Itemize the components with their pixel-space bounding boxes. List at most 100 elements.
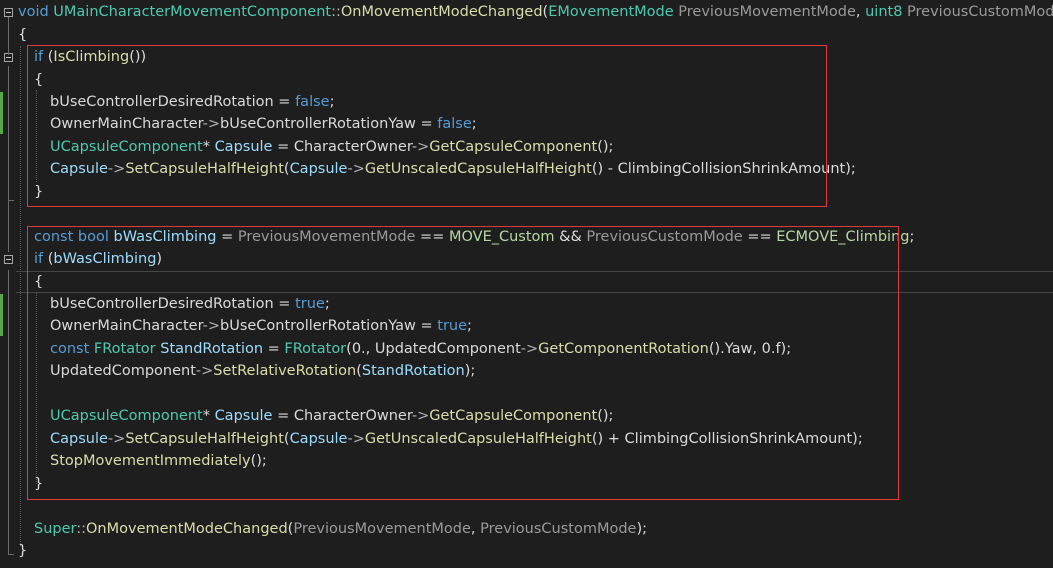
code-line[interactable]: Super::OnMovementModeChanged(PreviousMov… (0, 518, 1053, 540)
code-token: -> (195, 363, 214, 379)
code-token: SetCapsuleHalfHeight (125, 161, 284, 177)
code-token: StopMovementImmediately (50, 453, 251, 469)
code-token: ); (845, 161, 856, 177)
code-token: = (263, 341, 285, 357)
code-line[interactable] (0, 495, 1053, 517)
code-token: () + (591, 431, 625, 447)
code-line[interactable]: bUseControllerDesiredRotation = false; (0, 91, 1053, 113)
code-line[interactable]: if (bWasClimbing) (0, 248, 1053, 270)
code-token: GetComponentRotation (538, 341, 709, 357)
code-token: (0., (346, 341, 375, 357)
code-line[interactable]: UCapsuleComponent* Capsule = CharacterOw… (0, 405, 1053, 427)
code-line-text: { (18, 24, 27, 46)
code-token: Capsule (50, 161, 108, 177)
code-token: UpdatedComponent (374, 341, 521, 357)
code-token: -> (347, 161, 365, 177)
code-line-text: } (34, 473, 43, 495)
code-line[interactable]: UpdatedComponent->SetRelativeRotation(St… (0, 360, 1053, 382)
code-line[interactable]: OwnerMainCharacter->bUseControllerRotati… (0, 315, 1053, 337)
code-editor[interactable]: void UMainCharacterMovementComponent::On… (0, 0, 1053, 568)
code-line-text: const bool bWasClimbing = PreviousMoveme… (34, 226, 914, 248)
code-line[interactable]: OwnerMainCharacter->bUseControllerRotati… (0, 113, 1053, 135)
code-token: bUseControllerRotationYaw (220, 318, 416, 334)
code-line-text: const FRotator StandRotation = FRotator(… (50, 338, 791, 360)
code-token: bWasClimbing (53, 251, 157, 267)
code-line-text: Capsule->SetCapsuleHalfHeight(Capsule->G… (50, 428, 863, 450)
code-token: SetCapsuleHalfHeight (125, 431, 284, 447)
code-token: FRotator (93, 341, 156, 357)
code-line[interactable]: { (16, 271, 1053, 293)
code-token: PreviousMovementMode (237, 229, 416, 245)
code-token: GetUnscaledCapsuleHalfHeight (364, 431, 592, 447)
code-token: , (470, 521, 481, 537)
code-token: PreviousMovementMode (293, 521, 471, 537)
code-line[interactable]: } (0, 181, 1053, 203)
code-line-text: } (34, 181, 43, 203)
code-token: GetUnscaledCapsuleHalfHeight (364, 161, 592, 177)
code-token: OnMovementModeChanged (340, 4, 543, 20)
code-line[interactable]: Capsule->SetCapsuleHalfHeight(Capsule->G… (0, 158, 1053, 180)
code-token: Capsule (214, 139, 273, 155)
code-line-text: if (bWasClimbing) (34, 248, 162, 270)
code-line[interactable]: } (0, 540, 1053, 562)
code-line[interactable]: void UMainCharacterMovementComponent::On… (0, 1, 1053, 23)
code-line-text: UCapsuleComponent* Capsule = CharacterOw… (50, 405, 613, 427)
code-token: ); (636, 521, 648, 537)
code-token: CharacterOwner (293, 408, 412, 424)
code-line-text: { (34, 272, 43, 292)
code-line[interactable] (0, 383, 1053, 405)
code-token: StandRotation (361, 363, 465, 379)
code-line[interactable]: { (0, 69, 1053, 91)
code-token: if (34, 251, 44, 267)
code-token: (). (708, 341, 725, 357)
code-token: } (18, 543, 28, 559)
code-token: = (272, 408, 294, 424)
code-token: { (34, 274, 44, 290)
code-line-text: if (IsClimbing()) (34, 46, 146, 68)
code-token: ()) (129, 49, 147, 65)
code-token: const (50, 341, 90, 357)
code-token: SetRelativeRotation (213, 363, 357, 379)
code-token: :: (76, 521, 87, 537)
code-token: ClimbingCollisionShrinkAmount (617, 161, 846, 177)
code-token: = (273, 296, 296, 312)
code-line[interactable]: StopMovementImmediately(); (0, 450, 1053, 472)
code-line[interactable]: UCapsuleComponent* Capsule = CharacterOw… (0, 136, 1053, 158)
code-line[interactable]: } (0, 473, 1053, 495)
code-token: :: (331, 4, 341, 20)
code-line[interactable]: const FRotator StandRotation = FRotator(… (0, 338, 1053, 360)
code-token: const (34, 229, 74, 245)
code-line-text: } (18, 540, 27, 562)
code-token: OwnerMainCharacter (50, 318, 203, 334)
code-token: void (18, 4, 49, 20)
code-line-text: OwnerMainCharacter->bUseControllerRotati… (50, 315, 472, 337)
code-token: Capsule (289, 161, 348, 177)
code-line[interactable]: Capsule->SetCapsuleHalfHeight(Capsule->G… (0, 428, 1053, 450)
code-line-text: { (34, 69, 43, 91)
code-token: PreviousCustomMode (907, 4, 1053, 20)
code-token: ; (467, 318, 472, 334)
code-token: IsClimbing (53, 49, 130, 65)
code-token: = (272, 139, 294, 155)
code-line[interactable]: { (0, 24, 1053, 46)
code-token: UCapsuleComponent (50, 408, 203, 424)
code-line-text: UCapsuleComponent* Capsule = CharacterOw… (50, 136, 613, 158)
code-token: -> (202, 318, 221, 334)
code-token: * (202, 408, 215, 424)
code-token: if (34, 49, 44, 65)
code-token: , (855, 4, 866, 20)
code-token: CharacterOwner (293, 139, 412, 155)
code-token: EMovementMode (548, 4, 674, 20)
code-token: -> (411, 408, 430, 424)
code-token: } (34, 476, 44, 492)
code-line[interactable]: if (IsClimbing()) (0, 46, 1053, 68)
code-line[interactable]: bUseControllerDesiredRotation = true; (0, 293, 1053, 315)
code-token: } (34, 184, 44, 200)
code-token: && (554, 229, 587, 245)
code-line[interactable]: const bool bWasClimbing = PreviousMoveme… (0, 226, 1053, 248)
code-token: false (295, 94, 330, 110)
code-token: OnMovementModeChanged (86, 521, 288, 537)
code-token: bUseControllerRotationYaw (220, 116, 416, 132)
code-line[interactable] (0, 203, 1053, 225)
code-token: = (415, 116, 438, 132)
